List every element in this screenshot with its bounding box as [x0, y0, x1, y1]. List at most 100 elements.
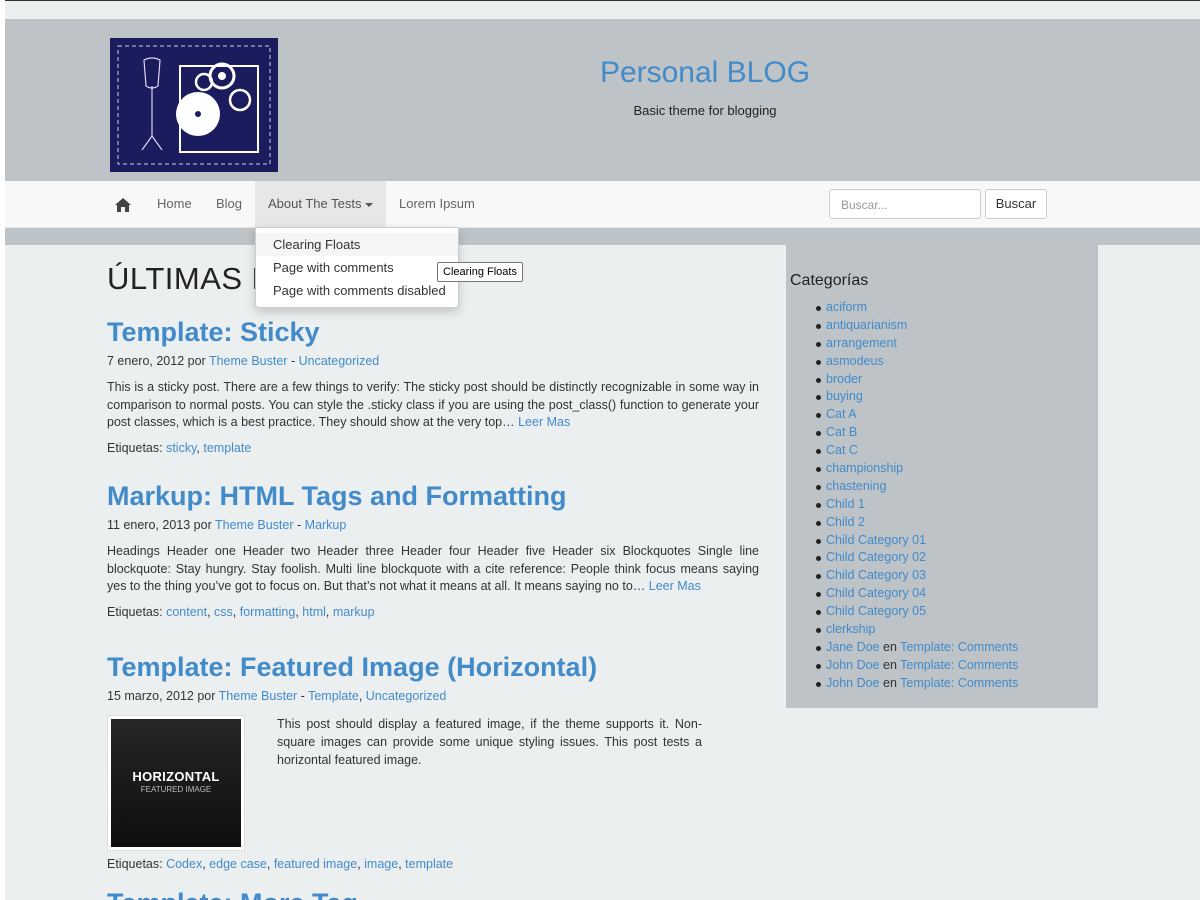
post-author-link[interactable]: Theme Buster	[219, 689, 298, 703]
post-by-label: por	[197, 689, 216, 703]
featured-image[interactable]: HORIZONTAL FEATURED IMAGE	[107, 715, 245, 851]
post-title-link[interactable]: Template: More Tag	[107, 886, 759, 900]
category-link[interactable]: Child 2	[826, 515, 865, 529]
tag-link[interactable]: featured image	[274, 857, 357, 871]
category-item: broder	[815, 371, 1018, 389]
post-title-link[interactable]: Template: Sticky	[107, 315, 759, 349]
category-list: aciform antiquarianism arrangement asmod…	[815, 299, 1018, 693]
comment-post-link[interactable]: Template: Comments	[900, 640, 1018, 654]
tag-link[interactable]: css	[214, 605, 233, 619]
post-author-link[interactable]: Theme Buster	[215, 518, 294, 532]
post-excerpt-text: This post should display a featured imag…	[277, 717, 702, 767]
post-excerpt: This is a sticky post. There are a few t…	[107, 379, 759, 432]
tag-link[interactable]: template	[203, 441, 251, 455]
post-title-link[interactable]: Template: Featured Image (Horizontal)	[107, 650, 759, 684]
sidebar-title: Categorías	[790, 272, 869, 289]
category-link[interactable]: Child 1	[826, 497, 865, 511]
category-item: Child Category 04	[815, 585, 1018, 603]
category-link[interactable]: Cat A	[826, 407, 857, 421]
category-link[interactable]: Child Category 02	[826, 550, 926, 564]
search-input[interactable]: Buscar...	[829, 189, 981, 219]
category-link[interactable]: broder	[826, 372, 862, 386]
site-title[interactable]: Personal BLOG	[505, 56, 905, 90]
recent-comment-item: John Doe en Template: Comments	[815, 657, 1018, 675]
about-the-tests-dropdown: Clearing Floats Page with comments Page …	[255, 227, 459, 308]
category-link[interactable]: antiquarianism	[826, 318, 907, 332]
comment-author-link[interactable]: Jane Doe	[826, 640, 880, 654]
category-item: Cat C	[815, 442, 1018, 460]
nav-item-lorem-ipsum[interactable]: Lorem Ipsum	[386, 181, 488, 227]
category-link[interactable]: Child Category 03	[826, 568, 926, 582]
post-article: Template: Featured Image (Horizontal) 15…	[107, 650, 759, 871]
category-item: Child 1	[815, 496, 1018, 514]
category-link[interactable]: Cat B	[826, 425, 857, 439]
post-category-link[interactable]: Template	[308, 689, 359, 703]
page: Personal BLOG Basic theme for blogging H…	[5, 0, 1200, 900]
logo-mannequin-gears-icon[interactable]	[110, 38, 278, 172]
comment-on-label: en	[883, 657, 897, 672]
tag-link[interactable]: template	[405, 857, 453, 871]
category-link[interactable]: buying	[826, 389, 863, 403]
category-link[interactable]: clerkship	[826, 622, 875, 636]
post-meta-separator: -	[290, 354, 296, 368]
read-more-link[interactable]: Leer Mas	[649, 579, 701, 593]
category-link[interactable]: asmodeus	[826, 354, 884, 368]
post-by-label: por	[193, 518, 212, 532]
tag-link[interactable]: html	[302, 605, 326, 619]
post-author-link[interactable]: Theme Buster	[209, 354, 288, 368]
category-link[interactable]: championship	[826, 461, 903, 475]
category-item: Child Category 02	[815, 549, 1018, 567]
tag-link[interactable]: Codex	[166, 857, 202, 871]
category-link[interactable]: arrangement	[826, 336, 897, 350]
category-link[interactable]: Child Category 04	[826, 586, 926, 600]
tag-link[interactable]: edge case	[209, 857, 267, 871]
nav-item-blog[interactable]: Blog	[203, 181, 255, 227]
nav-item-about-the-tests[interactable]: About The Tests	[255, 181, 387, 227]
post-excerpt: Headings Header one Header two Header th…	[107, 543, 759, 596]
header-bottom-strip	[5, 228, 1200, 245]
category-link[interactable]: Child Category 05	[826, 604, 926, 618]
tags-label: Etiquetas:	[107, 440, 163, 455]
post-category-link[interactable]: Uncategorized	[299, 354, 380, 368]
home-icon[interactable]	[114, 197, 132, 213]
comment-author-link[interactable]: John Doe	[826, 658, 880, 672]
category-link[interactable]: chastening	[826, 479, 886, 493]
nav-item-home[interactable]: Home	[144, 181, 205, 227]
search-button[interactable]: Buscar	[985, 189, 1047, 219]
post-category-link[interactable]: Markup	[305, 518, 347, 532]
category-item: aciform	[815, 299, 1018, 317]
post-date: 15 marzo, 2012	[107, 689, 194, 703]
read-more-link[interactable]: Leer Mas	[518, 415, 570, 429]
tag-link[interactable]: markup	[333, 605, 375, 619]
tag-link[interactable]: formatting	[240, 605, 296, 619]
post-date: 11 enero, 2013	[107, 518, 191, 532]
featured-image-graphic: HORIZONTAL FEATURED IMAGE	[111, 719, 241, 847]
category-item: chastening	[815, 478, 1018, 496]
tag-link[interactable]: sticky	[166, 441, 196, 455]
tags-label: Etiquetas:	[107, 604, 163, 619]
comment-author-link[interactable]: John Doe	[826, 676, 880, 690]
category-link[interactable]: Cat C	[826, 443, 858, 457]
post-category-link[interactable]: Uncategorized	[366, 689, 447, 703]
post-tags: Etiquetas: sticky, template	[107, 440, 252, 455]
post-title-link[interactable]: Markup: HTML Tags and Formatting	[107, 479, 759, 513]
comment-post-link[interactable]: Template: Comments	[900, 658, 1018, 672]
comment-on-label: en	[883, 639, 897, 654]
tag-link[interactable]: image	[364, 857, 398, 871]
dropdown-item-clearing-floats[interactable]: Clearing Floats	[256, 233, 458, 256]
tooltip: Clearing Floats	[437, 262, 523, 282]
category-link[interactable]: Child Category 01	[826, 533, 926, 547]
recent-comment-item: John Doe en Template: Comments	[815, 675, 1018, 693]
category-item: Child Category 03	[815, 567, 1018, 585]
comment-post-link[interactable]: Template: Comments	[900, 676, 1018, 690]
tag-link[interactable]: content	[166, 605, 207, 619]
tags-label: Etiquetas:	[107, 857, 163, 871]
post-date: 7 enero, 2012	[107, 354, 185, 368]
recent-comment-item: Jane Doe en Template: Comments	[815, 639, 1018, 657]
post-tags: Etiquetas: content, css, formatting, htm…	[107, 604, 375, 619]
dropdown-item-page-with-comments-disabled[interactable]: Page with comments disabled	[256, 279, 458, 302]
category-item: Cat B	[815, 424, 1018, 442]
post-meta: 15 marzo, 2012 por Theme Buster - Templa…	[107, 689, 447, 703]
category-link[interactable]: aciform	[826, 300, 867, 314]
dropdown-item-page-with-comments[interactable]: Page with comments	[256, 256, 458, 279]
